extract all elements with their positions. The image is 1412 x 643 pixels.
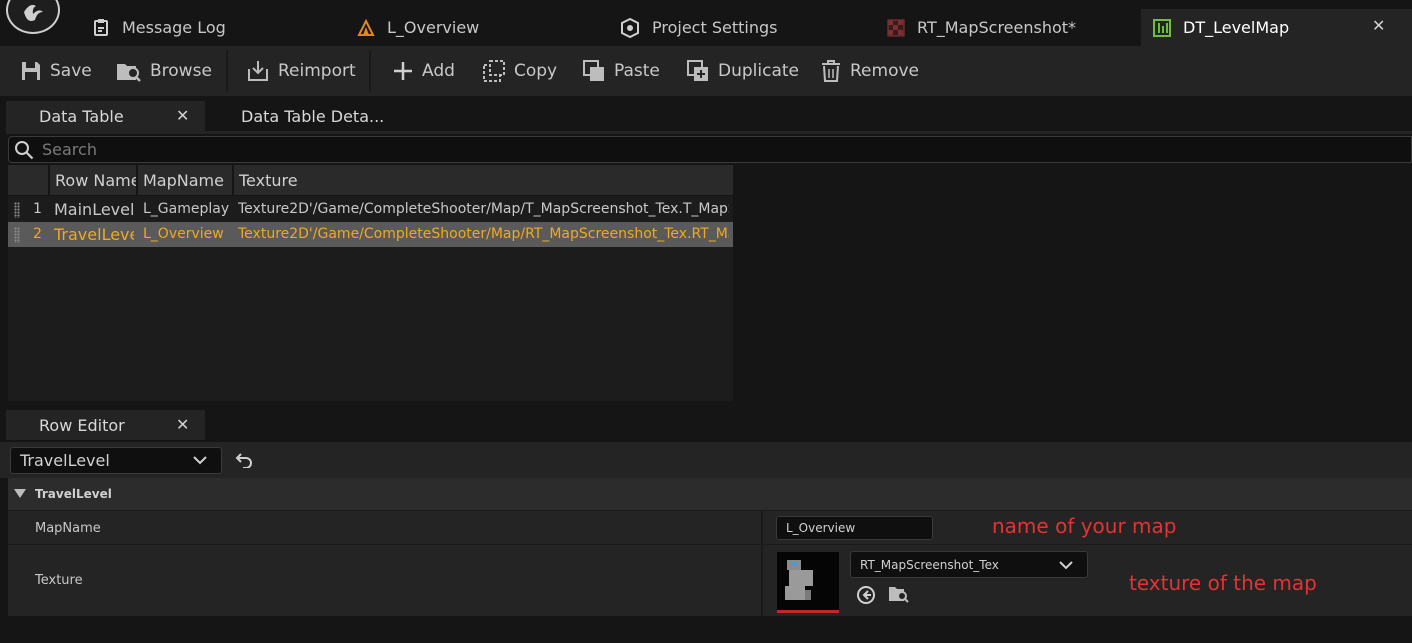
save-icon bbox=[20, 60, 42, 82]
panel-divider bbox=[6, 131, 1412, 134]
cell-texture: Texture2D'/Game/CompleteShooter/Map/T_Ma… bbox=[238, 201, 729, 217]
duplicate-row-button[interactable]: Duplicate bbox=[686, 57, 799, 85]
reset-to-default-icon[interactable] bbox=[235, 452, 253, 468]
cell-mapname: L_Overview bbox=[143, 226, 224, 242]
drag-handle-icon[interactable] bbox=[14, 202, 20, 218]
texture-thumbnail[interactable] bbox=[777, 552, 839, 613]
table-header: Row Name MapName Texture bbox=[8, 165, 733, 196]
tab-message-log[interactable]: Message Log bbox=[80, 9, 330, 46]
row-index: 1 bbox=[33, 201, 42, 217]
add-row-button[interactable]: Add bbox=[392, 57, 455, 85]
toolbar-divider bbox=[226, 50, 228, 92]
tab-data-table-details[interactable]: Data Table Deta... bbox=[207, 101, 407, 131]
table-row[interactable]: 2 TravelLevel L_Overview Texture2D'/Game… bbox=[8, 222, 733, 247]
reimport-button[interactable]: Reimport bbox=[246, 57, 356, 85]
data-table-grid: Row Name MapName Texture 1 MainLevel L_G… bbox=[8, 165, 733, 401]
column-header-row-name[interactable]: Row Name bbox=[48, 165, 136, 196]
browse-folder-icon bbox=[116, 59, 142, 83]
tab-dt-levelmap[interactable]: DT_LevelMap ✕ bbox=[1141, 9, 1412, 46]
table-row[interactable]: 1 MainLevel L_Gameplay Texture2D'/Game/C… bbox=[8, 197, 733, 222]
tab-label: DT_LevelMap bbox=[1183, 18, 1290, 37]
tab-row-editor[interactable]: Row Editor ✕ bbox=[6, 410, 205, 440]
column-header-index bbox=[8, 165, 48, 196]
tab-label: Message Log bbox=[122, 18, 226, 37]
row-select-dropdown[interactable]: TravelLevel bbox=[10, 447, 222, 474]
paste-icon bbox=[582, 59, 606, 83]
property-row-mapname: MapName bbox=[8, 510, 1412, 544]
copy-icon bbox=[482, 59, 506, 83]
reimport-icon bbox=[246, 59, 270, 83]
save-button[interactable]: Save bbox=[20, 57, 92, 85]
cell-texture: Texture2D'/Game/CompleteShooter/Map/RT_M… bbox=[238, 226, 729, 242]
message-log-icon bbox=[92, 18, 110, 37]
chevron-down-icon bbox=[1059, 560, 1073, 570]
row-editor-toolbar: TravelLevel bbox=[0, 442, 1412, 478]
search-bar bbox=[8, 136, 1412, 163]
paste-row-button[interactable]: Paste bbox=[582, 57, 660, 85]
browse-to-asset-icon[interactable] bbox=[888, 584, 910, 604]
settings-icon bbox=[620, 17, 640, 38]
row-index: 2 bbox=[33, 226, 42, 242]
cell-row-name: TravelLevel bbox=[54, 225, 134, 244]
search-input[interactable] bbox=[42, 139, 1342, 160]
column-header-texture[interactable]: Texture bbox=[232, 165, 733, 196]
tab-label: Project Settings bbox=[652, 18, 778, 37]
category-header[interactable]: TravelLevel bbox=[8, 478, 1412, 510]
tab-label: L_Overview bbox=[387, 18, 480, 37]
column-header-mapname[interactable]: MapName bbox=[136, 165, 232, 196]
texture-asset-picker[interactable]: RT_MapScreenshot_Tex bbox=[850, 551, 1088, 578]
column-splitter[interactable] bbox=[761, 545, 763, 616]
cell-row-name: MainLevel bbox=[54, 200, 134, 219]
level-icon bbox=[357, 18, 375, 37]
tab-l-overview[interactable]: L_Overview bbox=[345, 9, 595, 46]
data-table-icon bbox=[1153, 18, 1171, 37]
mapname-annotation: name of your map bbox=[992, 514, 1177, 538]
copy-row-button[interactable]: Copy bbox=[482, 57, 557, 85]
document-tab-bar: Message Log L_Overview Project Settings … bbox=[0, 0, 1412, 46]
search-icon bbox=[14, 140, 34, 160]
close-icon[interactable]: ✕ bbox=[176, 415, 189, 434]
chevron-down-icon bbox=[193, 455, 207, 465]
close-icon[interactable]: ✕ bbox=[176, 106, 189, 125]
use-selected-asset-icon[interactable] bbox=[856, 585, 876, 605]
trash-icon bbox=[820, 59, 842, 83]
tab-label: RT_MapScreenshot* bbox=[917, 18, 1077, 37]
collapse-arrow-icon[interactable] bbox=[14, 489, 26, 499]
close-icon[interactable]: ✕ bbox=[1372, 16, 1385, 35]
toolbar-divider bbox=[369, 50, 371, 92]
duplicate-icon bbox=[686, 59, 710, 83]
tab-rt-mapscreenshot[interactable]: RT_MapScreenshot* bbox=[875, 9, 1137, 46]
mapname-field[interactable] bbox=[776, 516, 933, 540]
plus-icon bbox=[392, 60, 414, 82]
property-label: Texture bbox=[35, 573, 83, 588]
tab-project-settings[interactable]: Project Settings bbox=[608, 9, 868, 46]
texture-annotation: texture of the map bbox=[1129, 571, 1317, 595]
column-splitter[interactable] bbox=[761, 511, 763, 544]
asset-toolbar: Save Browse Reimport Add Copy Paste Dupl… bbox=[0, 46, 1412, 96]
drag-handle-icon[interactable] bbox=[14, 227, 20, 243]
render-target-icon bbox=[887, 19, 905, 37]
unreal-logo[interactable] bbox=[6, 0, 60, 34]
tab-data-table[interactable]: Data Table ✕ bbox=[6, 101, 205, 131]
browse-button[interactable]: Browse bbox=[116, 57, 212, 85]
remove-row-button[interactable]: Remove bbox=[820, 57, 919, 85]
cell-mapname: L_Gameplay bbox=[143, 201, 230, 217]
property-label: MapName bbox=[35, 521, 101, 536]
